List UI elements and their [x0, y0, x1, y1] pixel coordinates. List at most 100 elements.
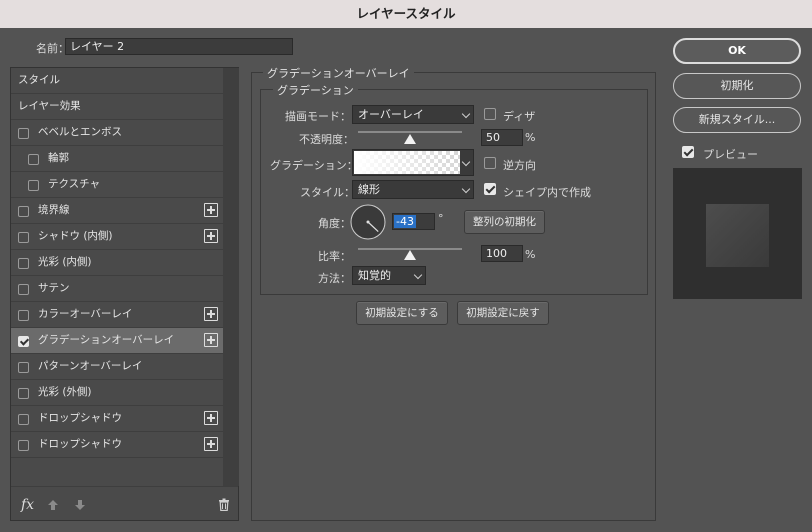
- make-default-button[interactable]: 初期設定にする: [356, 301, 448, 325]
- effect-checkbox[interactable]: [18, 310, 29, 321]
- preview-checkbox[interactable]: [682, 146, 694, 158]
- style-select[interactable]: 線形: [352, 180, 474, 199]
- sidebar-item-label: 光彩 (内側): [38, 256, 92, 268]
- styles-list-scrollbar[interactable]: [223, 68, 239, 486]
- effect-checkbox[interactable]: [18, 284, 29, 295]
- scale-label: 比率：: [318, 250, 351, 263]
- blend-mode-select[interactable]: オーバーレイ: [352, 105, 474, 124]
- trash-icon[interactable]: [218, 498, 230, 511]
- name-input[interactable]: レイヤー 2: [65, 38, 293, 55]
- opacity-input[interactable]: 50: [481, 129, 523, 146]
- effect-checkbox[interactable]: [18, 440, 29, 451]
- effect-checkbox[interactable]: [18, 336, 29, 347]
- gradient-preview-swatch[interactable]: [354, 151, 460, 174]
- sidebar-item[interactable]: レイヤー効果: [11, 94, 223, 120]
- sidebar-item-label: パターンオーバーレイ: [38, 360, 143, 372]
- chevron-down-icon: [461, 184, 471, 194]
- reset-button[interactable]: 初期化: [673, 73, 801, 99]
- sidebar-item[interactable]: ドロップシャドウ: [11, 406, 223, 432]
- gradient-picker[interactable]: [352, 149, 474, 176]
- add-effect-icon[interactable]: [204, 411, 218, 425]
- opacity-slider[interactable]: [358, 131, 462, 133]
- chevron-down-icon: [461, 109, 471, 119]
- sidebar-item-label: ドロップシャドウ: [38, 412, 122, 424]
- sidebar-item[interactable]: グラデーションオーバーレイ: [11, 328, 223, 354]
- add-effect-icon[interactable]: [204, 333, 218, 347]
- sidebar-item[interactable]: パターンオーバーレイ: [11, 354, 223, 380]
- window-title: レイヤースタイル: [0, 0, 812, 28]
- sidebar-item-label: 輪郭: [48, 152, 69, 164]
- sidebar-item-label: 光彩 (外側): [38, 386, 92, 398]
- sidebar-item-label: ベベルとエンボス: [38, 126, 122, 138]
- ok-button[interactable]: OK: [673, 38, 801, 64]
- method-select[interactable]: 知覚的: [352, 266, 426, 285]
- sidebar-item-label: ドロップシャドウ: [38, 438, 122, 450]
- effect-checkbox[interactable]: [18, 258, 29, 269]
- sidebar-item[interactable]: 光彩 (内側): [11, 250, 223, 276]
- add-effect-icon[interactable]: [204, 307, 218, 321]
- method-value: 知覚的: [358, 269, 391, 282]
- sidebar-item-label: カラーオーバーレイ: [38, 308, 133, 320]
- align-with-layer-label: シェイプ内で作成: [503, 186, 591, 199]
- preview-label: プレビュー: [703, 148, 758, 161]
- effect-checkbox[interactable]: [28, 180, 39, 191]
- styles-list: スタイルレイヤー効果ベベルとエンボス輪郭テクスチャ境界線シャドウ (内側) 光彩 …: [10, 67, 239, 521]
- opacity-unit: %: [525, 131, 536, 144]
- add-effect-icon[interactable]: [204, 229, 218, 243]
- add-effect-icon[interactable]: [204, 203, 218, 217]
- dither-label: ディザ: [503, 110, 536, 123]
- effect-checkbox[interactable]: [18, 414, 29, 425]
- method-label: 方法：: [318, 272, 351, 285]
- effect-checkbox[interactable]: [18, 362, 29, 373]
- sidebar-item[interactable]: 境界線: [11, 198, 223, 224]
- move-up-icon[interactable]: [47, 499, 59, 511]
- subgroup-title: グラデーション: [273, 82, 358, 98]
- align-with-layer-checkbox[interactable]: [484, 183, 496, 195]
- chevron-down-icon: [413, 270, 423, 280]
- sidebar-item-label: スタイル: [18, 74, 60, 86]
- sidebar-item[interactable]: シャドウ (内側): [11, 224, 223, 250]
- angle-value: -43: [394, 215, 416, 228]
- effect-checkbox[interactable]: [18, 128, 29, 139]
- sidebar-item-label: テクスチャ: [48, 178, 101, 190]
- reset-alignment-button[interactable]: 整列の初期化: [464, 210, 545, 234]
- sidebar-item[interactable]: ドロップシャドウ: [11, 432, 223, 458]
- fx-icon[interactable]: fx: [21, 497, 34, 513]
- angle-input[interactable]: -43: [392, 213, 435, 230]
- sidebar-item[interactable]: 光彩 (外側): [11, 380, 223, 406]
- sidebar-item[interactable]: スタイル: [11, 68, 223, 94]
- sidebar-item-label: 境界線: [38, 204, 70, 216]
- style-label: スタイル：: [300, 186, 355, 199]
- sidebar-item[interactable]: サテン: [11, 276, 223, 302]
- reverse-checkbox[interactable]: [484, 157, 496, 169]
- scale-unit: %: [525, 248, 536, 261]
- sidebar-item[interactable]: 輪郭: [11, 146, 223, 172]
- reset-to-default-button[interactable]: 初期設定に戻す: [457, 301, 549, 325]
- chevron-down-icon: [461, 157, 471, 167]
- dither-checkbox[interactable]: [484, 108, 496, 120]
- scale-slider-thumb[interactable]: [404, 250, 416, 260]
- sidebar-item[interactable]: カラーオーバーレイ: [11, 302, 223, 328]
- effect-checkbox[interactable]: [18, 232, 29, 243]
- opacity-label: 不透明度：: [299, 133, 354, 146]
- angle-dial[interactable]: [350, 204, 386, 240]
- effect-checkbox[interactable]: [28, 154, 39, 165]
- angle-unit: °: [438, 212, 444, 225]
- sidebar-item-label: グラデーションオーバーレイ: [38, 334, 175, 346]
- preview-swatch: [706, 204, 769, 267]
- new-style-button[interactable]: 新規スタイル...: [673, 107, 801, 133]
- scale-input[interactable]: 100: [481, 245, 523, 262]
- blend-mode-label: 描画モード：: [285, 110, 351, 123]
- move-down-icon[interactable]: [74, 499, 86, 511]
- style-value: 線形: [358, 183, 380, 196]
- gradient-label: グラデーション：: [270, 159, 358, 172]
- add-effect-icon[interactable]: [204, 437, 218, 451]
- sidebar-item[interactable]: テクスチャ: [11, 172, 223, 198]
- group-title: グラデーションオーバーレイ: [263, 65, 414, 81]
- effect-checkbox[interactable]: [18, 388, 29, 399]
- sidebar-item[interactable]: ベベルとエンボス: [11, 120, 223, 146]
- effect-checkbox[interactable]: [18, 206, 29, 217]
- blend-mode-value: オーバーレイ: [358, 108, 424, 121]
- angle-label: 角度：: [318, 217, 351, 230]
- opacity-slider-thumb[interactable]: [404, 134, 416, 144]
